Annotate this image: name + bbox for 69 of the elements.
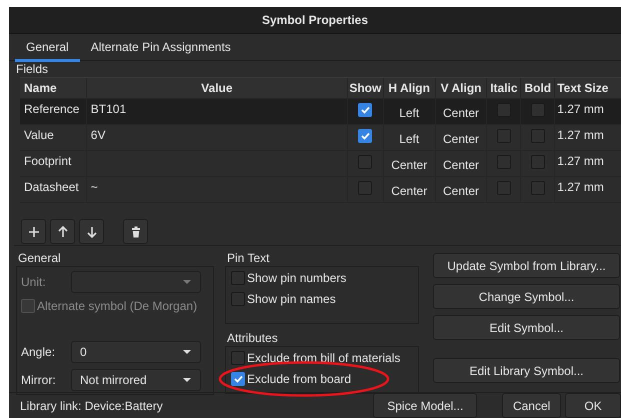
checkbox[interactable] xyxy=(231,372,245,386)
dropdown[interactable] xyxy=(71,271,201,293)
checkbox-label: Show pin names xyxy=(247,292,336,306)
library-link-label: Library link: Device:Battery xyxy=(20,398,164,412)
action-button[interactable]: Update Symbol from Library... xyxy=(433,253,620,278)
table-cell: Center xyxy=(384,177,436,202)
column-header: Show xyxy=(348,78,384,98)
table-cell: Center xyxy=(436,177,488,202)
checkbox[interactable] xyxy=(358,129,372,143)
plus-icon xyxy=(26,224,40,238)
table-cell-text: 1.27 mm xyxy=(556,101,605,118)
table-cell: ~ xyxy=(86,177,348,202)
dialog-button[interactable]: Cancel xyxy=(502,393,562,418)
table-cell: Reference xyxy=(20,99,87,124)
table-cell: Center xyxy=(436,151,488,176)
check-icon xyxy=(360,132,370,140)
caret-icon xyxy=(182,349,192,355)
column-header: Bold xyxy=(521,78,556,98)
table-cell: Value xyxy=(20,125,87,150)
table-cell-text: 1.27 mm xyxy=(556,127,605,144)
caret-icon xyxy=(182,279,192,285)
dialog-button[interactable]: Spice Model... xyxy=(373,393,478,418)
field-label: Unit: xyxy=(21,275,47,289)
section-label: Attributes xyxy=(226,330,279,346)
column-header: Italic xyxy=(487,78,522,98)
table-cell: Center xyxy=(436,99,488,124)
section-label: Fields xyxy=(15,61,50,77)
column-header: Name xyxy=(20,78,87,98)
column-header: Text Size xyxy=(556,80,610,97)
field-label: Angle: xyxy=(21,345,56,359)
checkbox-label: Alternate symbol (De Morgan) xyxy=(37,298,198,312)
table-cell: Left xyxy=(384,125,436,150)
checkbox-label: Show pin numbers xyxy=(247,270,346,284)
check-icon xyxy=(234,374,242,382)
toolbar-button[interactable] xyxy=(21,219,46,244)
column-header: Value xyxy=(86,78,348,98)
column-header: H Align xyxy=(384,78,436,98)
field-label: Mirror: xyxy=(21,373,57,387)
checkbox[interactable] xyxy=(231,350,245,364)
action-button[interactable]: Change Symbol... xyxy=(433,284,620,309)
tab[interactable]: Alternate Pin Assignments xyxy=(80,38,242,59)
window-title: Symbol Properties xyxy=(9,7,621,34)
toolbar-button[interactable] xyxy=(79,219,104,244)
column-header: V Align xyxy=(436,78,488,98)
table-cell: BT101 xyxy=(86,99,348,124)
check-icon xyxy=(360,106,370,114)
toolbar-button[interactable] xyxy=(123,219,148,244)
arrow-down-icon xyxy=(84,224,98,238)
table-cell-text: 1.27 mm xyxy=(556,179,605,196)
table-cell: Center xyxy=(384,151,436,176)
arrow-up-icon xyxy=(56,224,70,238)
table-cell: Datasheet xyxy=(20,177,87,202)
table-cell-text: 1.27 mm xyxy=(556,153,605,170)
dropdown[interactable]: Not mirrored xyxy=(71,369,201,391)
section-label: General xyxy=(17,250,62,266)
table-cell: 6V xyxy=(86,125,348,150)
section-label: Pin Text xyxy=(226,250,270,266)
checkbox-label: Exclude from board xyxy=(247,372,352,386)
action-button[interactable]: Edit Library Symbol... xyxy=(433,358,620,383)
tab[interactable]: General xyxy=(15,38,80,62)
table-cell: Footprint xyxy=(20,151,87,176)
toolbar-button[interactable] xyxy=(50,219,75,244)
dropdown[interactable]: 0 xyxy=(71,341,201,363)
table-cell: Left xyxy=(384,99,436,124)
table-cell: Center xyxy=(436,125,488,150)
dialog-button[interactable]: OK xyxy=(565,393,621,418)
action-button[interactable]: Edit Symbol... xyxy=(433,315,620,340)
checkbox[interactable] xyxy=(358,103,372,117)
caret-icon xyxy=(182,377,192,383)
